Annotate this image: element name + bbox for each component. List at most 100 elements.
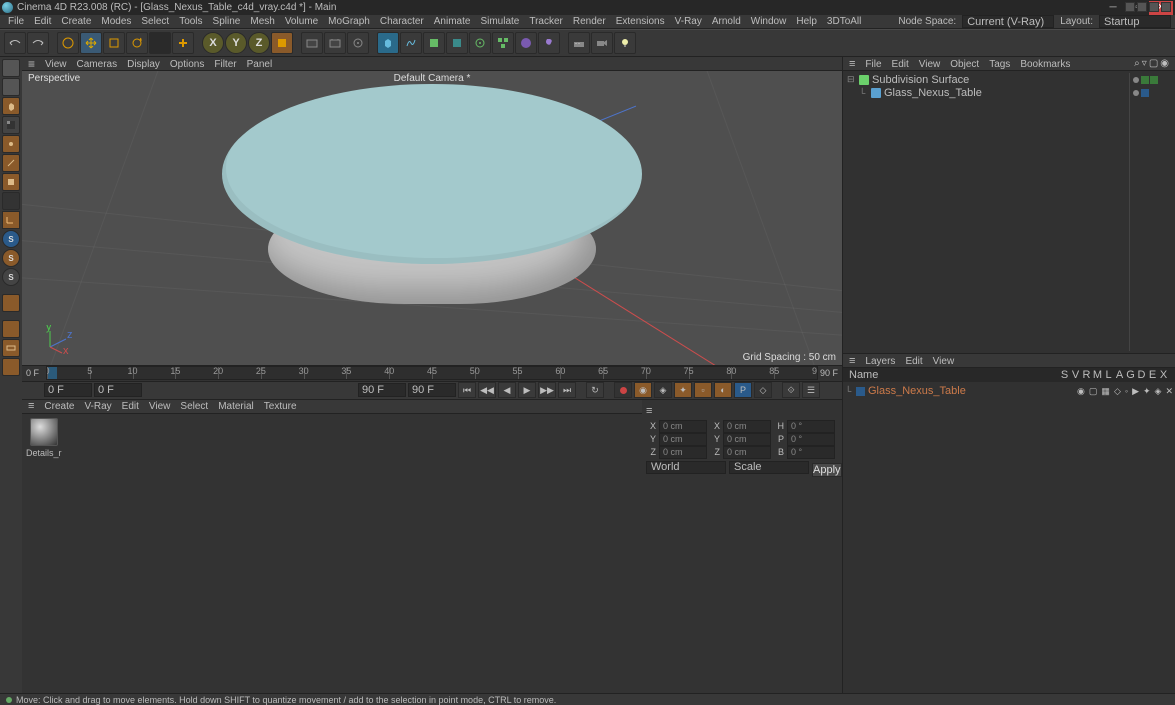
vis-dot[interactable]: ✕ <box>1165 386 1173 397</box>
hamburger-icon[interactable]: ≡ <box>28 400 34 412</box>
view-menu-view[interactable]: View <box>45 59 67 70</box>
menu-character[interactable]: Character <box>380 16 424 27</box>
mat-menu-v-ray[interactable]: V-Ray <box>84 401 111 412</box>
key-scale[interactable]: ▫ <box>694 382 712 398</box>
coord-system[interactable] <box>271 32 293 54</box>
menu-3dtoall[interactable]: 3DToAll <box>827 16 861 27</box>
goto-start[interactable]: ⏮ <box>458 382 476 398</box>
coord-mode-2[interactable]: Scale <box>729 461 809 474</box>
obj-menu-file[interactable]: File <box>865 59 881 70</box>
eye-icon[interactable]: ◉ <box>1160 58 1169 69</box>
redo-button[interactable] <box>27 32 49 54</box>
workplane-3[interactable] <box>2 358 20 376</box>
vis-dot[interactable]: ▢ <box>1089 386 1098 397</box>
vis-dot[interactable]: ◦ <box>1125 386 1128 397</box>
scale-tool[interactable] <box>103 32 125 54</box>
menu-animate[interactable]: Animate <box>434 16 471 27</box>
vis-dot[interactable]: ▶ <box>1132 386 1139 397</box>
object-mode[interactable] <box>2 97 20 115</box>
vis-dot[interactable]: ✦ <box>1143 386 1151 397</box>
minimize-button[interactable]: ─ <box>1101 1 1125 15</box>
y-axis-lock[interactable]: Y <box>225 32 247 54</box>
cube-primitive[interactable] <box>377 32 399 54</box>
loop-toggle[interactable]: ↻ <box>586 382 604 398</box>
pref-2[interactable]: ☰ <box>802 382 820 398</box>
layer-row[interactable]: └ Glass_Nexus_Table ◉ ▢ ▦ ◇ ◦ ▶ ✦ ◈ ✕ <box>845 384 1173 398</box>
apply-button[interactable]: Apply <box>812 463 842 477</box>
hamburger-icon[interactable]: ≡ <box>28 57 35 71</box>
spline-tool[interactable] <box>400 32 422 54</box>
layers-menu-layers[interactable]: Layers <box>865 356 895 367</box>
snap-toggle[interactable] <box>2 294 20 312</box>
polygon-mode[interactable] <box>2 173 20 191</box>
render-view[interactable] <box>301 32 323 54</box>
x-axis-lock[interactable]: X <box>202 32 224 54</box>
menu-modes[interactable]: Modes <box>101 16 131 27</box>
key-rot[interactable]: ◐ <box>714 382 732 398</box>
layer-color-swatch[interactable] <box>856 387 865 396</box>
tree-row[interactable]: └Glass_Nexus_Table <box>845 86 1129 99</box>
undo-button[interactable] <box>4 32 26 54</box>
render-region[interactable] <box>324 32 346 54</box>
visibility-dot[interactable] <box>1133 90 1139 96</box>
layers-menu-edit[interactable]: Edit <box>905 356 922 367</box>
menu-v-ray[interactable]: V-Ray <box>675 16 702 27</box>
uv-mode[interactable] <box>2 192 20 210</box>
obj-menu-object[interactable]: Object <box>950 59 979 70</box>
menu-extensions[interactable]: Extensions <box>616 16 665 27</box>
filter-icon[interactable]: ▿ <box>1142 58 1147 69</box>
mat-menu-texture[interactable]: Texture <box>264 401 297 412</box>
floor[interactable] <box>568 32 590 54</box>
tag-icon[interactable] <box>1141 76 1149 84</box>
workplane-mode[interactable] <box>2 116 20 134</box>
visibility-dot[interactable] <box>1133 77 1139 83</box>
snap-s3[interactable]: S <box>2 268 20 286</box>
tag-icon[interactable] <box>1150 76 1158 84</box>
menu-tools[interactable]: Tools <box>179 16 202 27</box>
layout-dropdown[interactable]: Startup <box>1099 15 1171 28</box>
view-menu-cameras[interactable]: Cameras <box>77 59 118 70</box>
mat-menu-select[interactable]: Select <box>180 401 208 412</box>
obj-menu-edit[interactable]: Edit <box>892 59 909 70</box>
frame-current-field[interactable]: 0 F <box>94 383 142 397</box>
mat-menu-create[interactable]: Create <box>44 401 74 412</box>
field[interactable] <box>469 32 491 54</box>
obj-menu-bookmarks[interactable]: Bookmarks <box>1020 59 1070 70</box>
workplane-2[interactable] <box>2 339 20 357</box>
pref-1[interactable]: ⟐ <box>782 382 800 398</box>
camera[interactable] <box>591 32 613 54</box>
view-menu-display[interactable]: Display <box>127 59 160 70</box>
object-tree[interactable]: ⊟Subdivision Surface└Glass_Nexus_Table <box>843 71 1175 353</box>
workplane-1[interactable] <box>2 320 20 338</box>
vis-dot[interactable]: ◇ <box>1114 386 1121 397</box>
frame-end-field-2[interactable]: 90 F <box>408 383 456 397</box>
axis-toggle[interactable] <box>2 211 20 229</box>
vp-ctrl-1[interactable] <box>1125 2 1135 12</box>
key-pos[interactable]: ✦ <box>674 382 692 398</box>
scene-object-table[interactable] <box>212 71 652 344</box>
menu-render[interactable]: Render <box>573 16 606 27</box>
snap-s1[interactable]: S <box>2 230 20 248</box>
autokey[interactable]: ◉ <box>634 382 652 398</box>
z-axis-lock[interactable]: Z <box>248 32 270 54</box>
frame-start-field[interactable]: 0 F <box>44 383 92 397</box>
record-button[interactable] <box>614 382 632 398</box>
vp-ctrl-4[interactable] <box>1161 2 1171 12</box>
obj-menu-view[interactable]: View <box>919 59 941 70</box>
hamburger-icon[interactable]: ≡ <box>849 58 855 70</box>
menu-simulate[interactable]: Simulate <box>480 16 519 27</box>
key-pla[interactable]: ◇ <box>754 382 772 398</box>
obj-menu-tags[interactable]: Tags <box>989 59 1010 70</box>
vis-dot[interactable]: ◉ <box>1077 386 1085 397</box>
search-icon[interactable]: ⌕ <box>1134 58 1140 69</box>
place-tool[interactable] <box>172 32 194 54</box>
snap-s2[interactable]: S <box>2 249 20 267</box>
deformer[interactable] <box>446 32 468 54</box>
next-key[interactable]: ⏭ <box>558 382 576 398</box>
menu-tracker[interactable]: Tracker <box>529 16 563 27</box>
view-menu-options[interactable]: Options <box>170 59 204 70</box>
menu-create[interactable]: Create <box>61 16 91 27</box>
recent-tool[interactable] <box>149 32 171 54</box>
viewport-3d[interactable]: Perspective Default Camera * Grid Spacin… <box>22 71 842 365</box>
mat-menu-view[interactable]: View <box>149 401 171 412</box>
